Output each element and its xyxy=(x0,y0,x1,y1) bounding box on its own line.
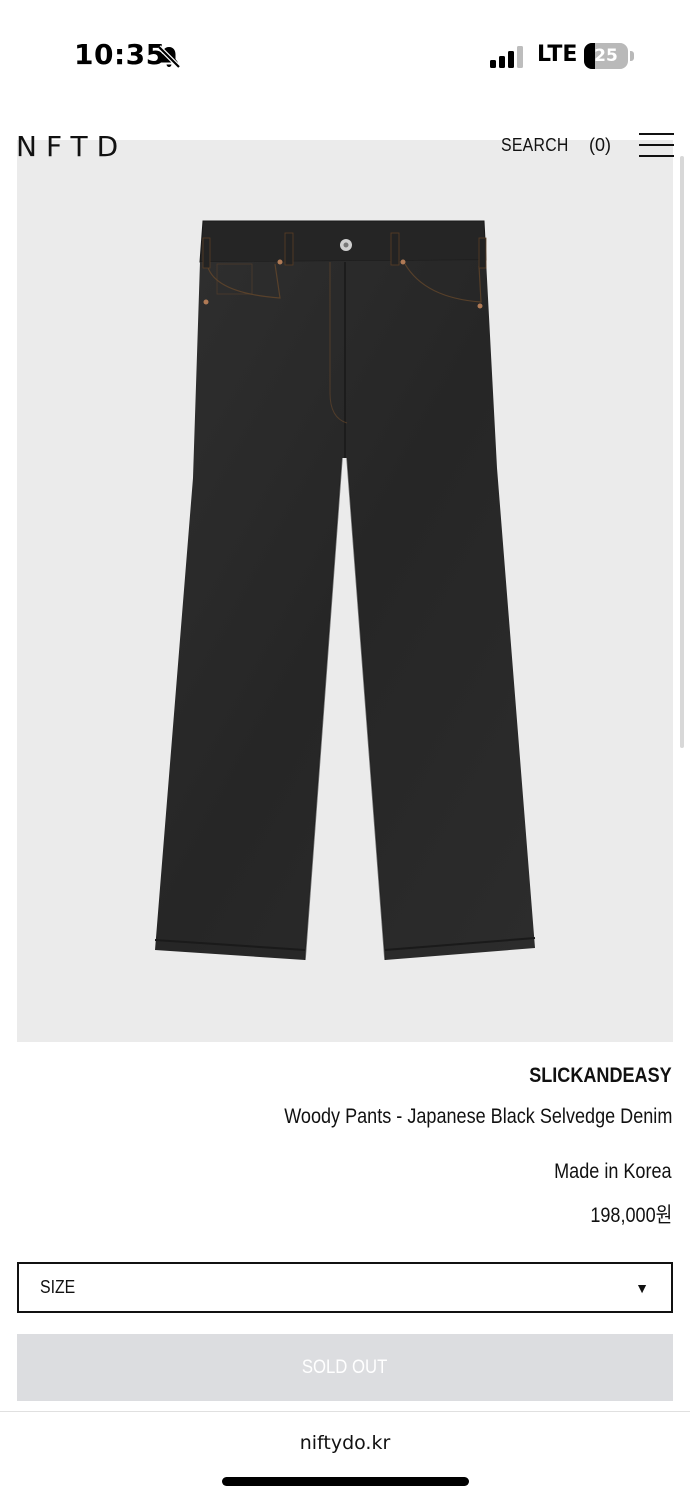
site-logo[interactable]: NFTD xyxy=(16,130,127,163)
sold-out-button[interactable]: SOLD OUT xyxy=(17,1334,673,1401)
size-select-label: SIZE xyxy=(40,1277,76,1297)
product-image[interactable] xyxy=(17,140,673,1042)
sold-out-label: SOLD OUT xyxy=(302,1357,388,1378)
home-indicator[interactable] xyxy=(222,1477,469,1486)
scrollbar[interactable] xyxy=(680,156,684,748)
menu-line-top xyxy=(639,133,674,135)
product-name: Woody Pants - Japanese Black Selvedge De… xyxy=(283,1105,672,1128)
menu-line-bottom xyxy=(639,155,674,157)
product-price: 198,000원 xyxy=(590,1204,672,1227)
battery-icon: 25 xyxy=(584,43,634,69)
battery-level: 25 xyxy=(594,46,618,66)
status-time: 10:35 xyxy=(74,38,166,71)
battery-cap xyxy=(630,51,634,61)
bell-slash-icon xyxy=(157,45,181,69)
search-link[interactable]: SEARCH xyxy=(501,135,569,156)
hamburger-menu-icon[interactable] xyxy=(639,133,674,157)
browser-divider xyxy=(0,1411,690,1412)
cart-link[interactable]: (0) xyxy=(589,135,611,156)
browser-url[interactable]: niftydo.kr xyxy=(0,1432,690,1454)
signal-icon xyxy=(490,46,523,68)
menu-line-middle xyxy=(639,144,674,146)
site-header: NFTD SEARCH (0) xyxy=(0,110,690,180)
product-origin: Made in Korea xyxy=(554,1160,672,1183)
network-type: LTE xyxy=(537,42,578,67)
jeans-image xyxy=(155,220,536,961)
size-select[interactable]: SIZE ▼ xyxy=(17,1262,673,1313)
battery-body: 25 xyxy=(584,43,628,69)
chevron-down-icon: ▼ xyxy=(635,1280,649,1296)
status-bar: 10:35 LTE 25 xyxy=(0,0,690,100)
product-brand[interactable]: SLICKANDEASY xyxy=(530,1064,672,1088)
